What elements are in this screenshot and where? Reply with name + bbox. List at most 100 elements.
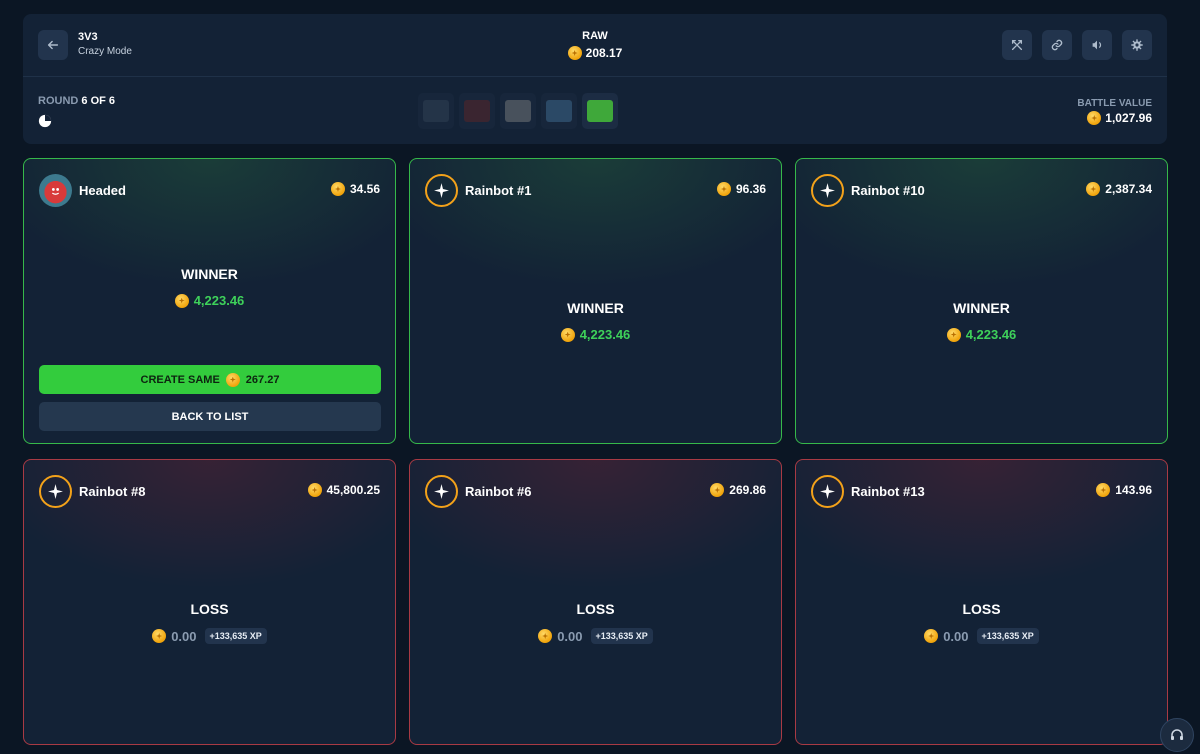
case-strip — [418, 93, 618, 129]
coin-icon — [538, 629, 553, 643]
settings-icon — [1131, 39, 1143, 51]
player-name: Headed — [79, 183, 126, 198]
xp-badge: +133,635 XP — [204, 628, 267, 644]
player-value-amount: 45,800.25 — [326, 483, 380, 497]
sparkle-icon — [820, 484, 835, 499]
sparkle-icon — [434, 484, 449, 499]
player-name: Rainbot #1 — [465, 183, 532, 198]
coin-icon — [710, 483, 725, 497]
coin-icon — [330, 182, 345, 196]
result-label: WINNER — [567, 300, 624, 316]
case-thumbnail-active[interactable] — [582, 93, 618, 129]
settings-button[interactable] — [1122, 30, 1152, 60]
case-image — [464, 100, 490, 122]
coin-icon — [174, 293, 189, 308]
result-label: WINNER — [181, 266, 238, 282]
fairness-button[interactable] — [1002, 30, 1032, 60]
winnings-amount: 0.00 — [943, 628, 969, 644]
case-value-amount: 208.17 — [585, 46, 623, 60]
player-value-amount: 34.56 — [349, 182, 380, 196]
winnings-amount: 0.00 — [557, 628, 583, 644]
sparkle-icon — [434, 183, 449, 198]
create-same-value: 267.27 — [245, 373, 280, 386]
winnings-amount: 0.00 — [171, 628, 197, 644]
battle-value-amount: 1,027.96 — [1105, 111, 1152, 125]
sparkle-icon — [48, 484, 63, 499]
case-thumbnail[interactable] — [541, 93, 577, 129]
player-value: 143.96 — [1096, 483, 1152, 497]
player-card: Rainbot #10 2,387.34 WINNER 4,223.46 — [795, 158, 1168, 444]
bot-avatar[interactable] — [811, 174, 844, 207]
player-value: 45,800.25 — [307, 483, 380, 497]
player-value-amount: 143.96 — [1115, 483, 1152, 497]
result-label: LOSS — [962, 601, 1001, 617]
player-value-amount: 2,387.34 — [1105, 182, 1152, 196]
pie-chart-icon — [38, 114, 52, 128]
player-value: 34.56 — [330, 182, 380, 196]
headset-icon — [1171, 729, 1183, 740]
player-name: Rainbot #13 — [851, 484, 925, 499]
xp-badge: +133,635 XP — [590, 628, 653, 644]
coin-icon — [560, 327, 575, 342]
case-value: 208.17 — [23, 46, 1167, 60]
round-indicator: ROUND 6 OF 6 — [38, 95, 115, 107]
winnings: 0.00 +133,635 XP — [410, 628, 781, 644]
winnings: 0.00 +133,635 XP — [24, 628, 395, 644]
case-image — [423, 100, 449, 122]
result-label: LOSS — [576, 601, 615, 617]
player-value-amount: 269.86 — [729, 483, 766, 497]
coin-icon — [567, 46, 582, 60]
case-image — [505, 100, 531, 122]
player-card: Headed 34.56 WINNER 4,223.46 CREATE SAME… — [23, 158, 396, 444]
back-to-list-label: BACK TO LIST — [171, 410, 249, 423]
coin-icon — [924, 629, 939, 643]
bot-avatar[interactable] — [811, 475, 844, 508]
player-value-amount: 96.36 — [735, 182, 766, 196]
bot-avatar[interactable] — [425, 475, 458, 508]
case-image — [587, 100, 613, 122]
create-same-label: CREATE SAME — [140, 373, 220, 386]
round-label: ROUND — [38, 95, 79, 107]
case-thumbnail[interactable] — [459, 93, 495, 129]
player-card: Rainbot #6 269.86 LOSS 0.00 +133,635 XP — [409, 459, 782, 745]
result-label: WINNER — [953, 300, 1010, 316]
coin-icon — [1087, 111, 1102, 125]
header-divider — [23, 76, 1167, 77]
player-name: Rainbot #6 — [465, 484, 532, 499]
battle-value: 1,027.96 — [1087, 111, 1152, 125]
case-image — [546, 100, 572, 122]
winnings-amount: 4,223.46 — [193, 293, 245, 308]
case-thumbnail[interactable] — [500, 93, 536, 129]
winnings: 0.00 +133,635 XP — [796, 628, 1167, 644]
coin-icon — [946, 327, 961, 342]
coin-icon — [1086, 182, 1101, 196]
result-label: LOSS — [190, 601, 229, 617]
coin-icon — [1096, 483, 1111, 497]
swords-icon — [1011, 39, 1023, 51]
player-name: Rainbot #8 — [79, 484, 146, 499]
winnings-amount: 4,223.46 — [965, 327, 1017, 342]
round-value: 6 OF 6 — [81, 95, 116, 107]
volume-icon — [1092, 40, 1102, 50]
create-same-button[interactable]: CREATE SAME 267.27 — [39, 365, 381, 394]
winnings: 4,223.46 — [796, 327, 1167, 342]
coin-icon — [225, 372, 240, 387]
case-title: RAW — [582, 30, 608, 42]
sound-button[interactable] — [1082, 30, 1112, 60]
case-thumbnail[interactable] — [418, 93, 454, 129]
battle-value-label: BATTLE VALUE — [1077, 98, 1152, 109]
player-name: Rainbot #10 — [851, 183, 925, 198]
battle-header: 3V3 Crazy Mode RAW 208.17 ROUND 6 OF 6 B… — [23, 14, 1167, 144]
player-value: 96.36 — [716, 182, 766, 196]
player-card: Rainbot #1 96.36 WINNER 4,223.46 — [409, 158, 782, 444]
back-to-list-button[interactable]: BACK TO LIST — [39, 402, 381, 431]
coin-icon — [152, 629, 167, 643]
bot-avatar[interactable] — [39, 475, 72, 508]
bot-avatar[interactable] — [425, 174, 458, 207]
share-link-button[interactable] — [1042, 30, 1072, 60]
xp-badge: +133,635 XP — [976, 628, 1039, 644]
coin-icon — [307, 483, 322, 497]
coin-icon — [716, 182, 731, 196]
user-avatar[interactable] — [39, 174, 72, 207]
support-button[interactable] — [1160, 718, 1194, 752]
